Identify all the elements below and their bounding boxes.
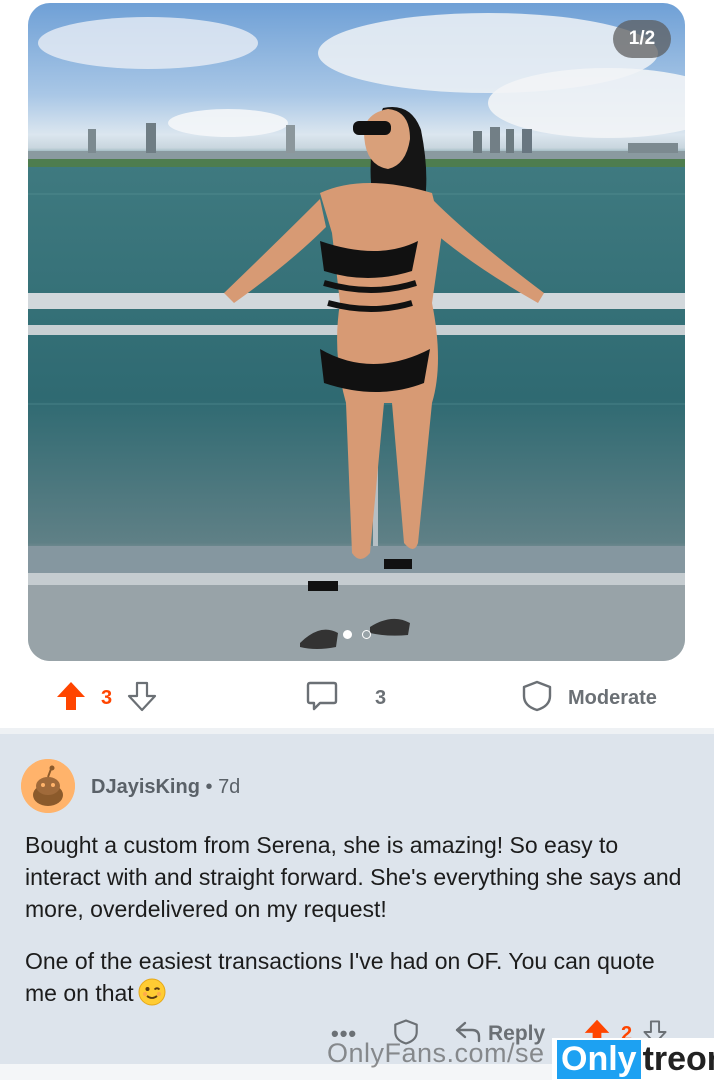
avatar[interactable] bbox=[21, 759, 75, 813]
comment-paragraph: Bought a custom from Serena, she is amaz… bbox=[25, 832, 682, 922]
carousel-dot[interactable] bbox=[361, 630, 371, 639]
image-counter: 1/2 bbox=[613, 20, 671, 58]
upvote-icon[interactable] bbox=[55, 680, 87, 717]
watermark-logo: Onlytreon bbox=[552, 1038, 714, 1080]
vote-group: 3 bbox=[55, 672, 158, 724]
watermark-logo-treon: treon bbox=[642, 1039, 714, 1078]
shield-icon bbox=[520, 679, 554, 718]
downvote-icon[interactable] bbox=[126, 680, 158, 717]
moderate-label: Moderate bbox=[568, 686, 657, 709]
carousel-dots bbox=[342, 630, 371, 639]
post-media-carousel[interactable]: 1/2 bbox=[28, 3, 685, 661]
moderate-button[interactable]: Moderate bbox=[520, 672, 657, 724]
carousel-dot-active[interactable] bbox=[342, 630, 352, 639]
comment-body: Bought a custom from Serena, she is amaz… bbox=[25, 829, 685, 1029]
comment: DJayisKing • 7d Bought a custom from Ser… bbox=[0, 734, 714, 1064]
author-name[interactable]: DJayisKing bbox=[91, 776, 200, 798]
post-photo bbox=[28, 13, 685, 661]
comment-age: 7d bbox=[218, 776, 241, 798]
age-separator: • bbox=[205, 776, 219, 798]
comments-button[interactable]: 3 bbox=[305, 672, 386, 724]
comment-bubble-icon bbox=[305, 679, 339, 718]
watermark-url: OnlyFans.com/se bbox=[327, 1038, 545, 1068]
upvote-count: 3 bbox=[101, 686, 113, 709]
comment-paragraph: One of the easiest transactions I've had… bbox=[25, 945, 685, 1009]
comment-count: 3 bbox=[375, 686, 387, 709]
comment-paragraph-text: One of the easiest transactions I've had… bbox=[25, 948, 655, 1006]
post-action-bar: 3 3 Moderate bbox=[0, 672, 714, 724]
comment-author[interactable]: DJayisKing • 7d bbox=[91, 776, 240, 799]
watermark-logo-only: Only bbox=[557, 1039, 641, 1079]
winking-face-icon bbox=[138, 978, 166, 1006]
